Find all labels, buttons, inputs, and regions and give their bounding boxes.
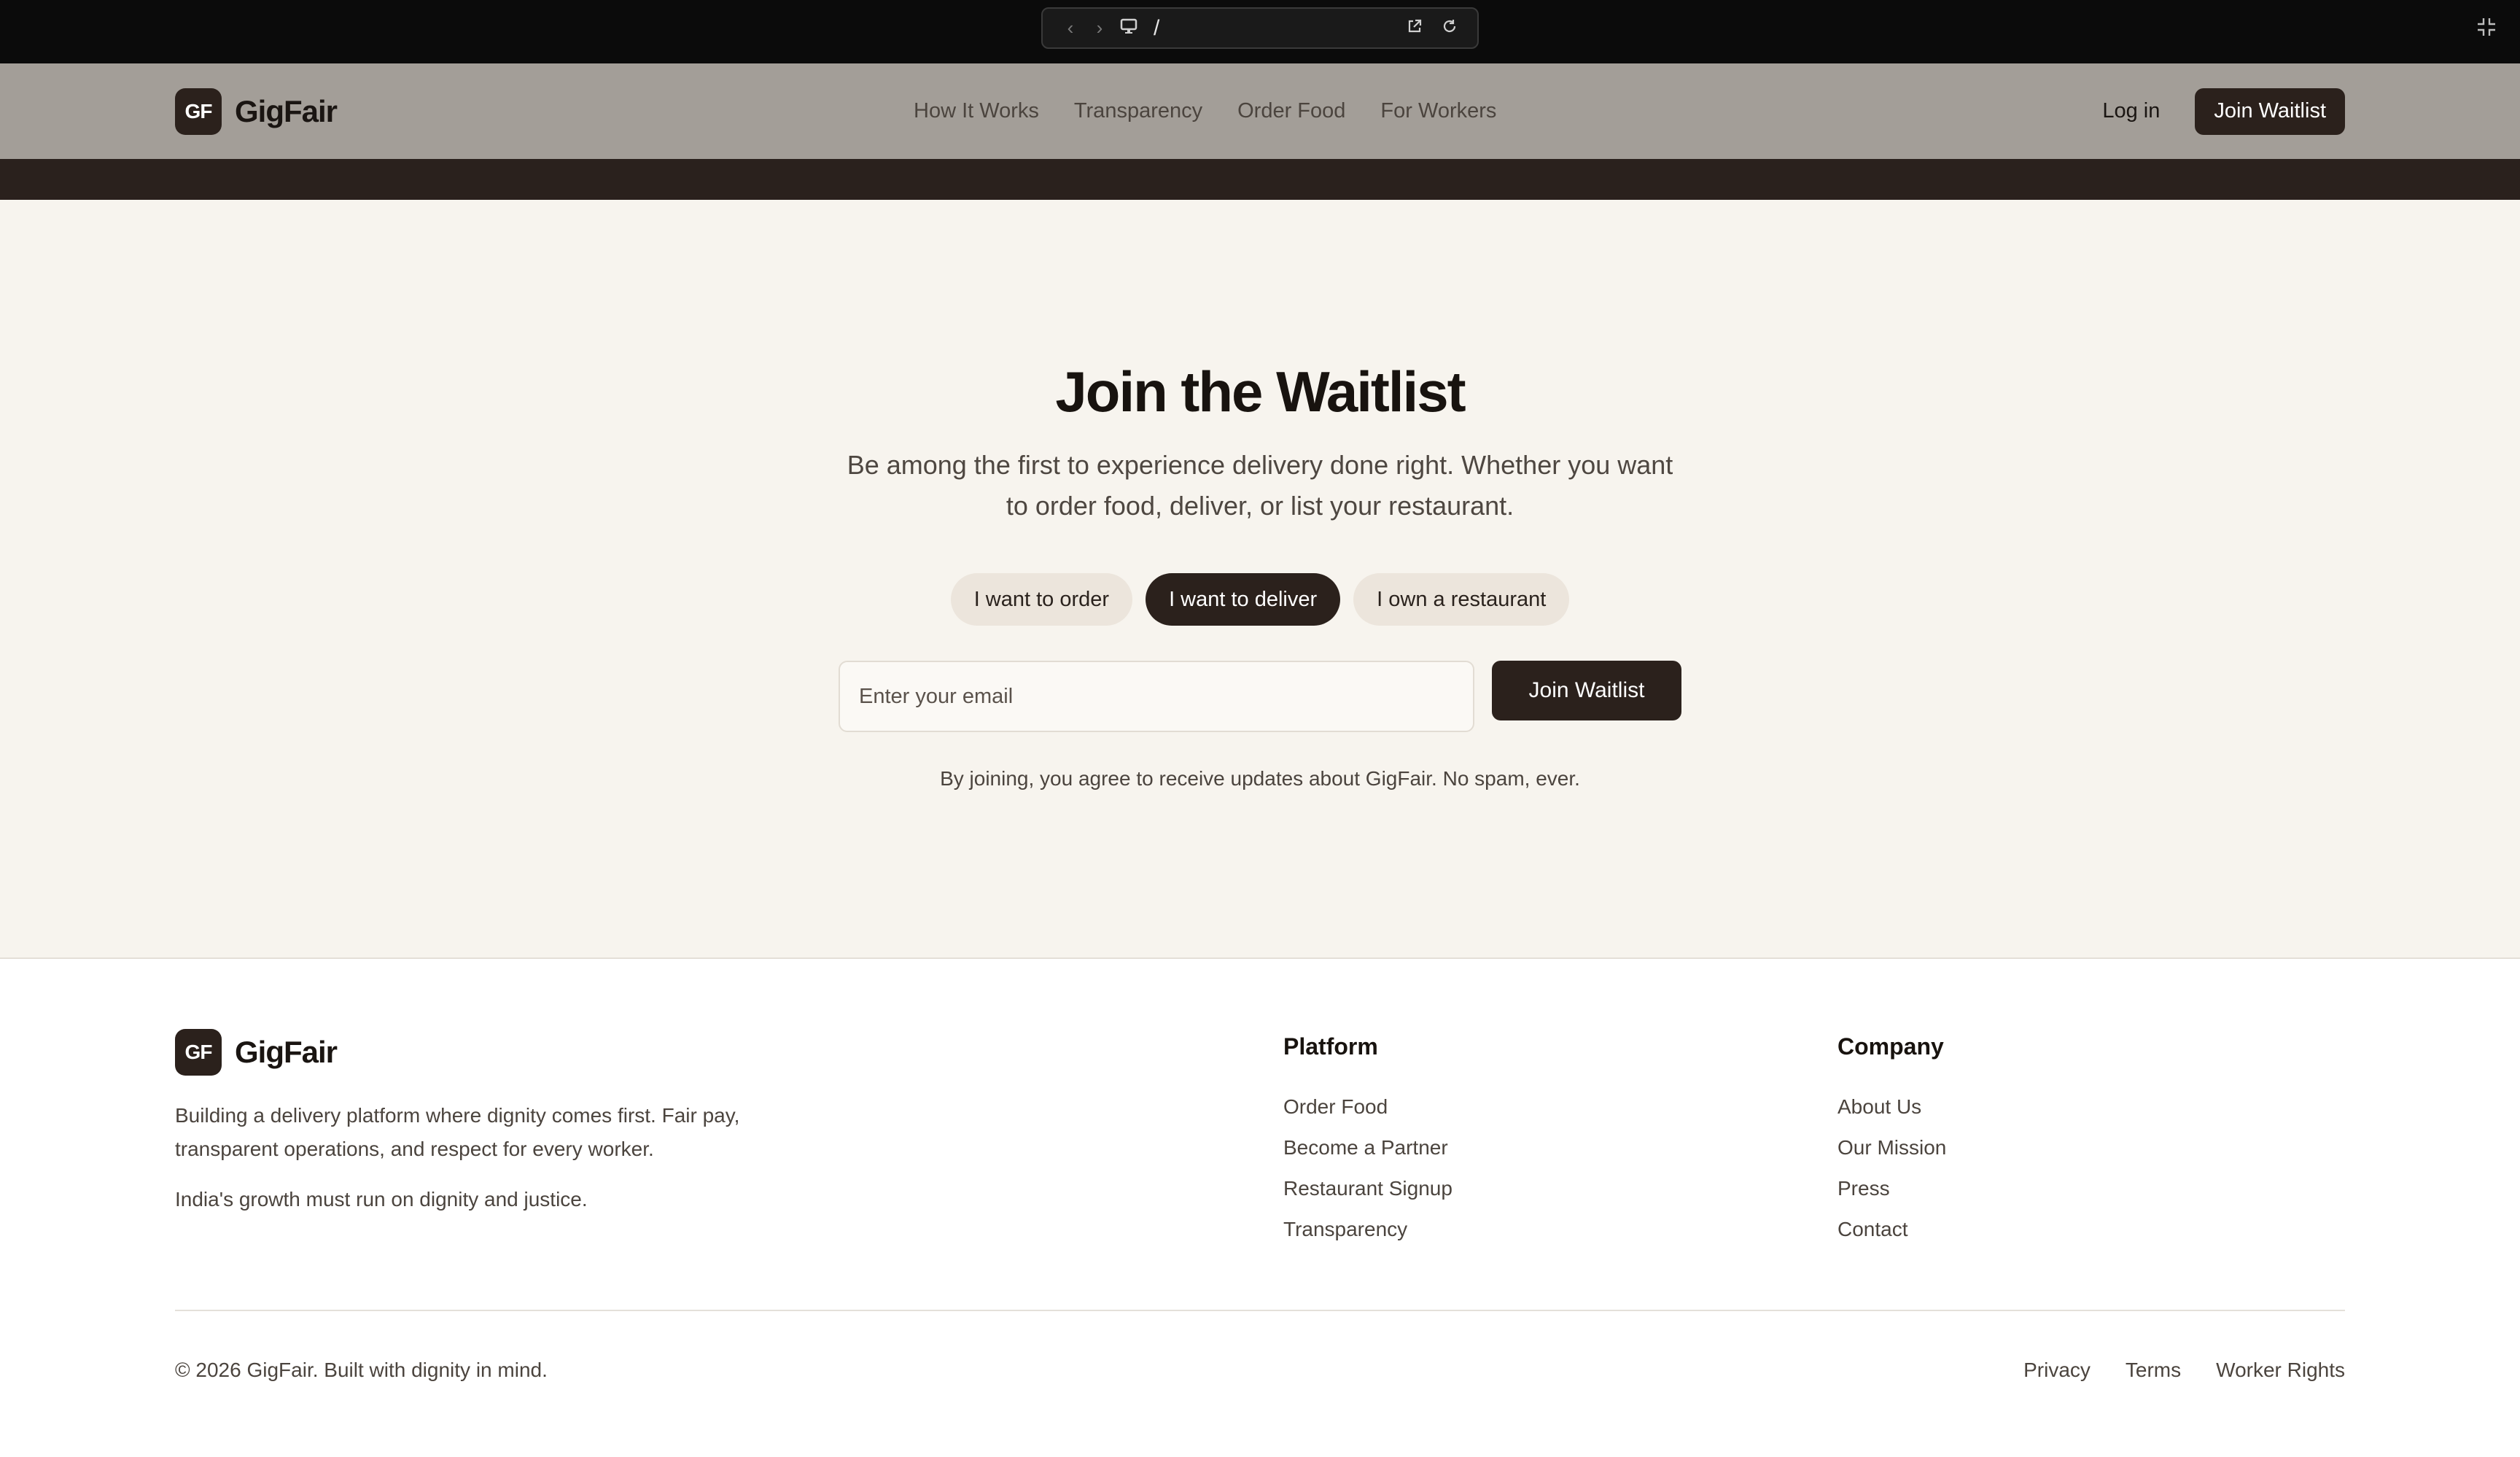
footer-company-heading: Company <box>1838 1033 1944 1060</box>
url-path[interactable]: / <box>1154 16 1159 41</box>
role-deliver-button[interactable]: I want to deliver <box>1146 573 1341 626</box>
external-link-icon[interactable] <box>1400 17 1429 39</box>
page: ‹ › / GF GigFair How It Works Transparen… <box>0 0 2520 1457</box>
footer-link-our-mission[interactable]: Our Mission <box>1838 1127 1946 1168</box>
browser-chrome: ‹ › / <box>0 0 2520 63</box>
nav-order-food[interactable]: Order Food <box>1237 99 1345 123</box>
reload-icon[interactable] <box>1435 17 1464 39</box>
footer-brand-name: GigFair <box>235 1035 338 1069</box>
nav-how-it-works[interactable]: How It Works <box>914 99 1039 123</box>
waitlist-disclaimer: By joining, you agree to receive updates… <box>940 767 1580 790</box>
footer-platform-column: Platform Order Food Become a Partner Res… <box>1283 1033 1452 1250</box>
brand-name: GigFair <box>235 93 338 128</box>
site-footer: GF GigFair Building a delivery platform … <box>0 960 2520 1457</box>
main-nav: How It Works Transparency Order Food For… <box>914 99 1496 123</box>
footer-divider <box>175 1310 2345 1311</box>
section-divider-band <box>0 159 2520 200</box>
waitlist-section: Join the Waitlist Be among the first to … <box>0 200 2520 959</box>
footer-link-order-food[interactable]: Order Food <box>1283 1087 1452 1127</box>
chevron-left-icon[interactable]: ‹ <box>1056 17 1085 39</box>
header-join-waitlist-button[interactable]: Join Waitlist <box>2195 88 2345 135</box>
header-actions: Log in Join Waitlist <box>2102 88 2345 135</box>
footer-platform-heading: Platform <box>1283 1033 1378 1060</box>
footer-link-about-us[interactable]: About Us <box>1838 1087 1946 1127</box>
footer-link-restaurant-signup[interactable]: Restaurant Signup <box>1283 1168 1452 1209</box>
waitlist-subtitle: Be among the first to experience deliver… <box>847 450 1673 521</box>
role-restaurant-button[interactable]: I own a restaurant <box>1353 573 1570 626</box>
nav-transparency[interactable]: Transparency <box>1074 99 1202 123</box>
footer-company-column: Company About Us Our Mission Press Conta… <box>1838 1033 1946 1250</box>
logo-mark: GF <box>175 88 222 135</box>
chevron-right-icon[interactable]: › <box>1085 17 1114 39</box>
login-link[interactable]: Log in <box>2102 99 2160 123</box>
footer-link-press[interactable]: Press <box>1838 1168 1946 1209</box>
address-bar[interactable]: ‹ › / <box>1041 7 1479 49</box>
brand-logo[interactable]: GF GigFair <box>175 88 338 135</box>
role-order-button[interactable]: I want to order <box>950 573 1133 626</box>
site-header: GF GigFair How It Works Transparency Ord… <box>0 63 2520 159</box>
footer-motto: India's growth must run on dignity and j… <box>175 1188 588 1211</box>
waitlist-title: Join the Waitlist <box>1055 360 1466 424</box>
footer-logo-mark: GF <box>175 1029 222 1076</box>
email-input[interactable] <box>839 661 1474 732</box>
footer-link-contact[interactable]: Contact <box>1838 1209 1946 1250</box>
footer-copyright: © 2026 GigFair. Built with dignity in mi… <box>175 1359 548 1381</box>
footer-description: Building a delivery platform where digni… <box>175 1104 740 1160</box>
footer-legal-links: Privacy Terms Worker Rights <box>2023 1359 2345 1382</box>
footer-link-transparency[interactable]: Transparency <box>1283 1209 1452 1250</box>
join-waitlist-button[interactable]: Join Waitlist <box>1492 661 1681 720</box>
footer-link-become-partner[interactable]: Become a Partner <box>1283 1127 1452 1168</box>
footer-brand-logo[interactable]: GF GigFair <box>175 1029 338 1076</box>
waitlist-form: Join Waitlist <box>839 661 1681 732</box>
monitor-icon <box>1114 17 1143 39</box>
collapse-icon[interactable] <box>2472 16 2501 45</box>
footer-link-worker-rights[interactable]: Worker Rights <box>2216 1359 2345 1382</box>
role-selector: I want to order I want to deliver I own … <box>0 573 2520 626</box>
nav-for-workers[interactable]: For Workers <box>1380 99 1496 123</box>
footer-link-privacy[interactable]: Privacy <box>2023 1359 2091 1382</box>
footer-link-terms[interactable]: Terms <box>2126 1359 2181 1382</box>
